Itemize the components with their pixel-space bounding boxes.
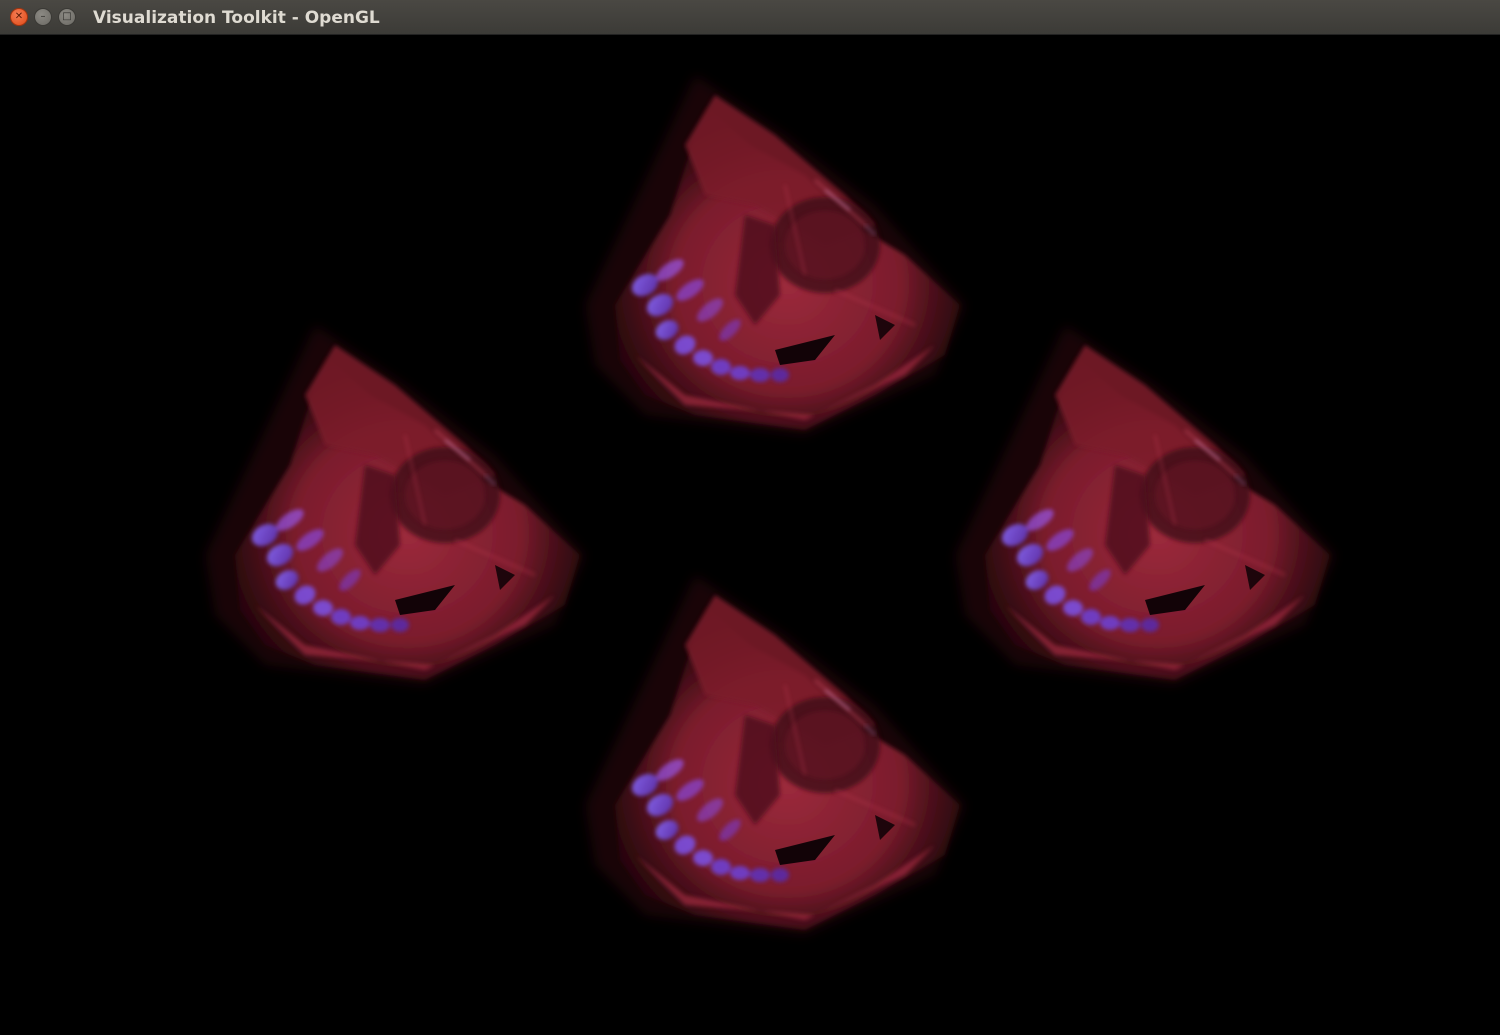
- minimize-icon[interactable]: –: [34, 8, 52, 26]
- skull-render-top: [585, 75, 965, 435]
- render-viewport[interactable]: [0, 35, 1500, 1035]
- title-bar[interactable]: ✕ – □ Visualization Toolkit - OpenGL: [0, 0, 1500, 35]
- render-canvas: [0, 35, 1500, 1035]
- window-title: Visualization Toolkit - OpenGL: [93, 8, 380, 28]
- skull-render-right: [955, 325, 1335, 685]
- skull-render-bottom: [585, 575, 965, 935]
- vtk-window: ✕ – □ Visualization Toolkit - OpenGL: [0, 0, 1500, 1035]
- maximize-icon[interactable]: □: [58, 8, 76, 26]
- close-icon[interactable]: ✕: [10, 8, 28, 26]
- skull-render-left: [205, 325, 585, 685]
